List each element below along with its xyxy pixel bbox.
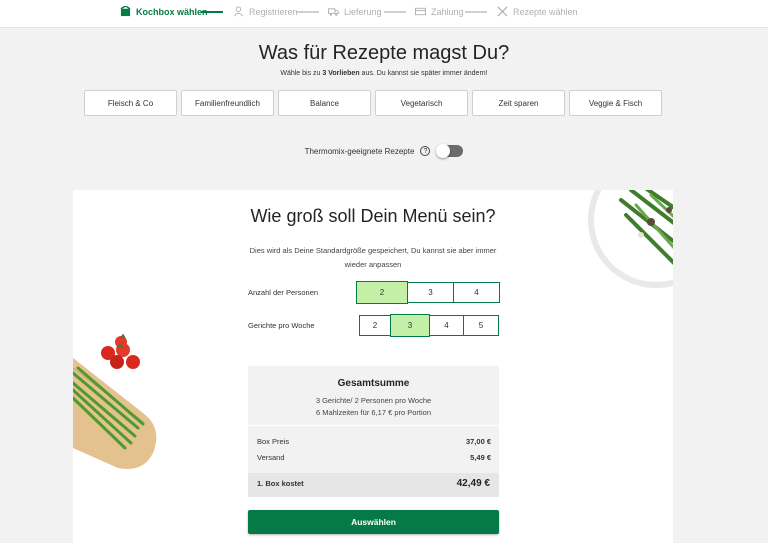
select-button[interactable]: Auswählen (248, 510, 499, 534)
summary-line-meals: 3 Gerichte/ 2 Personen pro Woche (315, 396, 432, 405)
step-rezepte: Rezepte wählen (497, 6, 578, 17)
step-connector (465, 11, 487, 13)
user-icon (234, 6, 243, 17)
total-value: 42,49 € (456, 478, 490, 489)
step-label: Lieferung (344, 6, 382, 17)
summary-line-portion: 6 Mahlzeiten für 6,17 € pro Portion (315, 408, 432, 417)
persons-option-4[interactable]: 4 (453, 282, 500, 303)
box-price-row: Box Preis 37,00 € (257, 437, 491, 446)
shipping-value: 5,49 € (470, 453, 491, 462)
meals-option-4[interactable]: 4 (429, 315, 464, 336)
help-icon[interactable]: ? (420, 146, 431, 156)
persons-label: Anzahl der Personen (248, 288, 319, 297)
persons-option-3[interactable]: 3 (407, 282, 454, 303)
menu-size-card: Wie groß soll Dein Menü sein? Dies wird … (73, 190, 673, 543)
preferences-subtitle: Wähle bis zu 3 Vorlieben aus. Du kannst … (280, 70, 488, 77)
salad-plate-image (588, 190, 673, 288)
pref-vegetarisch[interactable]: Vegetarisch (375, 90, 468, 116)
step-connector (201, 11, 223, 13)
preferences-title: Was für Rezepte magst Du? (258, 42, 510, 64)
meals-selector: 2 3 4 5 (359, 314, 499, 337)
meals-label: Gerichte pro Woche (248, 321, 315, 330)
shipping-row: Versand 5,49 € (257, 453, 491, 462)
meals-option-3[interactable]: 3 (390, 314, 430, 337)
pref-familienfreundlich[interactable]: Familienfreundlich (181, 90, 274, 116)
thermomix-row: Thermomix-geeignete Rezepte ? (0, 144, 768, 158)
step-label: Registrieren (249, 6, 298, 17)
beans-board-image (73, 333, 157, 469)
checkout-stepper: Kochbox wählen Registrieren Lieferung Za… (0, 0, 768, 28)
box-price-label: Box Preis (257, 437, 290, 446)
total-label: 1. Box kostet (257, 479, 304, 488)
persons-selector: 2 3 4 (356, 281, 500, 304)
step-label: Rezepte wählen (513, 6, 578, 17)
step-zahlung: Zahlung (415, 6, 464, 17)
meals-option-2[interactable]: 2 (359, 315, 391, 336)
box-icon (120, 6, 131, 17)
meals-option-5[interactable]: 5 (463, 315, 499, 336)
summary-divider (248, 425, 499, 426)
cutlery-icon (497, 6, 508, 17)
step-connector (384, 11, 406, 13)
step-label: Kochbox wählen (136, 6, 208, 17)
step-registrieren: Registrieren (233, 6, 298, 17)
thermomix-toggle[interactable] (436, 144, 464, 158)
total-row: 1. Box kostet 42,49 € (248, 473, 499, 497)
pref-balance[interactable]: Balance (278, 90, 371, 116)
summary-title: Gesamtsumme (337, 378, 410, 389)
pref-veggie-fisch[interactable]: Veggie & Fisch (569, 90, 662, 116)
pref-zeit-sparen[interactable]: Zeit sparen (472, 90, 565, 116)
persons-option-2[interactable]: 2 (356, 281, 408, 304)
pref-fleisch[interactable]: Fleisch & Co (84, 90, 177, 116)
thermomix-label: Thermomix-geeignete Rezepte (304, 146, 415, 156)
step-kochbox: Kochbox wählen (120, 6, 208, 17)
step-label: Zahlung (431, 6, 464, 17)
shipping-label: Versand (257, 453, 285, 462)
menu-title: Wie groß soll Dein Menü sein? (250, 206, 496, 226)
box-price-value: 37,00 € (465, 437, 491, 446)
preference-options: Fleisch & Co Familienfreundlich Balance … (84, 90, 662, 116)
truck-icon (328, 8, 339, 16)
menu-description: Dies wird als Deine Standardgröße gespei… (249, 246, 497, 269)
step-connector (297, 11, 319, 13)
card-icon (415, 7, 426, 16)
price-summary: Gesamtsumme 3 Gerichte/ 2 Personen pro W… (248, 366, 499, 497)
step-lieferung: Lieferung (328, 6, 382, 17)
